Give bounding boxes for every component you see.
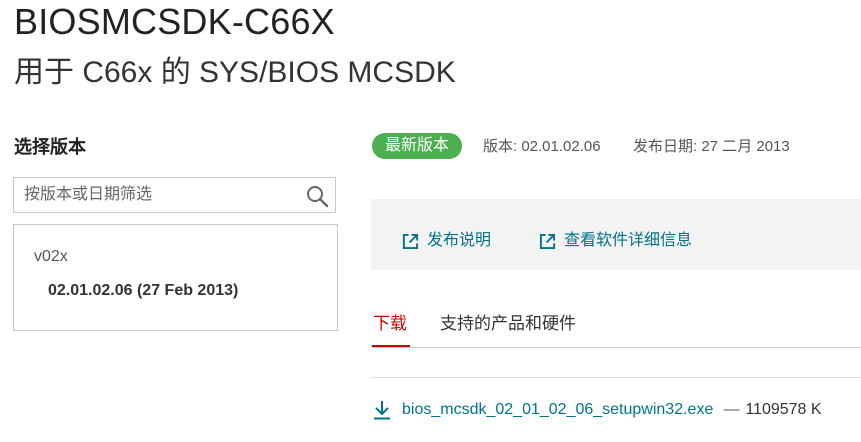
version-selector-heading: 选择版本: [14, 137, 86, 157]
software-details-link[interactable]: 查看软件详细信息: [539, 231, 692, 251]
tab-supported-products[interactable]: 支持的产品和硬件: [440, 313, 576, 335]
release-notes-link[interactable]: 发布说明: [402, 231, 491, 251]
page-title: BIOSMCSDK-C66X: [14, 1, 335, 42]
version-filter-input[interactable]: [14, 178, 294, 212]
download-file-size: 1109578 K: [745, 401, 822, 418]
software-details-label: 查看软件详细信息: [564, 232, 693, 249]
section-divider: [371, 377, 861, 378]
version-item[interactable]: 02.01.02.06 (27 Feb 2013): [48, 281, 238, 301]
release-date: 发布日期: 27 二月 2013: [633, 138, 790, 155]
resource-links-panel: 发布说明 查看软件详细信息: [371, 199, 861, 270]
version-search-box: [13, 177, 336, 213]
tabs-divider: [371, 347, 861, 348]
version-number: 版本: 02.01.02.06: [483, 138, 601, 155]
release-notes-label: 发布说明: [427, 232, 492, 249]
download-separator: —: [723, 401, 740, 418]
download-file-link[interactable]: bios_mcsdk_02_01_02_06_setupwin32.exe: [402, 400, 713, 420]
version-group-label: v02x: [34, 248, 68, 265]
external-link-icon: [402, 233, 419, 249]
tab-download[interactable]: 下载: [373, 313, 407, 335]
version-list: v02x 02.01.02.06 (27 Feb 2013): [13, 224, 338, 331]
search-icon[interactable]: [305, 184, 329, 208]
download-row: bios_mcsdk_02_01_02_06_setupwin32.exe — …: [373, 400, 822, 420]
latest-version-badge: 最新版本: [372, 133, 463, 159]
download-icon[interactable]: [373, 400, 391, 420]
page-subtitle: 用于 C66x 的 SYS/BIOS MCSDK: [14, 56, 456, 89]
external-link-icon: [539, 233, 556, 249]
